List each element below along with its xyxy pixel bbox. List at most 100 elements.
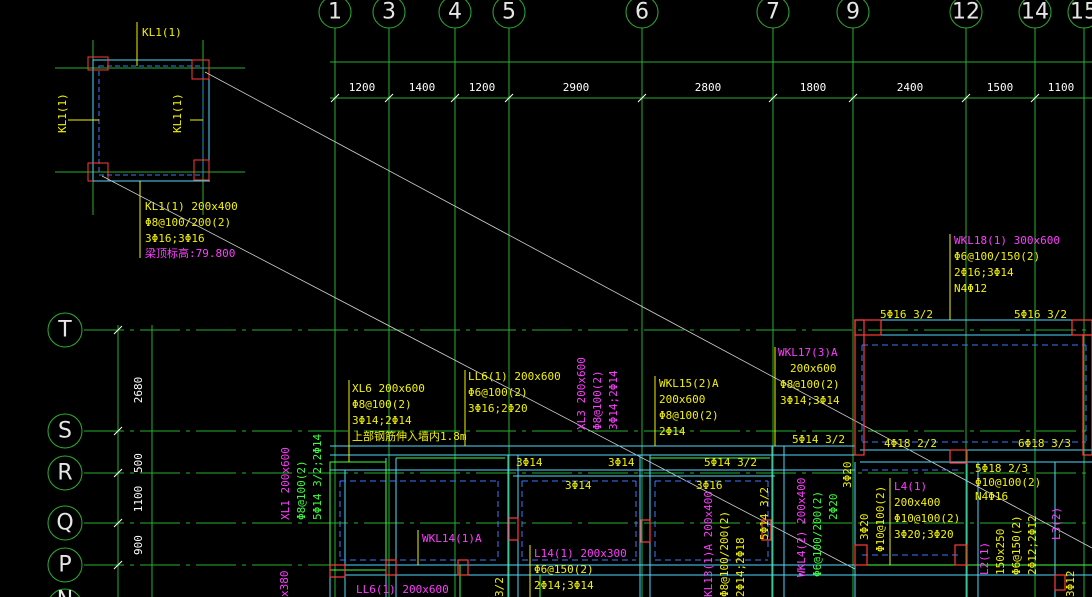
- col-side-stirrup: Φ10@100(2): [874, 486, 887, 552]
- rebar-note: 3Φ12: [1064, 571, 1077, 597]
- beam-l14-label: L14(1) 200x300: [534, 547, 627, 560]
- dimension-value: 1800: [800, 81, 827, 94]
- detail-spec-line: 3Φ16;3Φ16: [145, 232, 205, 245]
- beam-wkl14-label: WKL14(1)A: [422, 532, 482, 545]
- rebar-note: 5Φ16 3/2: [1014, 308, 1067, 321]
- axis-label: 15: [1070, 0, 1092, 25]
- beam-xl3-label: XL3 200x600: [575, 357, 588, 430]
- dimension-value: 2900: [563, 81, 590, 94]
- rebar-note: 4Φ18 2/2: [884, 437, 937, 450]
- axis-bubble-col: 12: [949, 0, 983, 29]
- beam-xl6-note: 上部钢筋伸入墙内1.8m: [352, 429, 467, 443]
- beam-l4-size: 200x400: [894, 496, 940, 509]
- beam-l4-label: L4(1): [894, 480, 927, 493]
- rebar-note: Φ10@100(2): [975, 476, 1041, 489]
- beam-kl13-label: KL13(1)A 200x400: [702, 491, 715, 597]
- beam-label-right: KL1(1): [171, 93, 184, 133]
- axis-bubble-row: N: [49, 588, 81, 597]
- beam-l4-stirrup: Φ10@100(2): [894, 512, 960, 525]
- axis-label: Q: [56, 511, 73, 536]
- rebar-note: 3/2: [493, 577, 506, 597]
- beam-wkl15-stirrup: Φ8@100(2): [659, 409, 719, 422]
- col-side-rebar: 3Φ20: [858, 514, 871, 541]
- beam-label-top: KL1(1): [142, 26, 182, 39]
- beam-xl1-stirrup: Φ8@100(2): [295, 460, 308, 520]
- beam-xl3-rebar: 3Φ14;2Φ14: [607, 370, 620, 430]
- beam-detail-section: KL1(1) KL1(1) KL1(1) KL1(1) 200x400 Φ8@1…: [55, 22, 245, 260]
- beam-wkl15-label: WKL15(2)A: [659, 377, 719, 390]
- beam-l2-size: 150x250: [994, 529, 1007, 575]
- dimension-value: 1100: [132, 486, 145, 513]
- beam-l2-label: L2(1): [978, 542, 991, 575]
- axis-label: N: [57, 588, 73, 597]
- rebar-note: 5Φ14 3/2: [704, 456, 757, 469]
- dimension-value: 2680: [132, 377, 145, 404]
- rebar-note: 5Φ14 3/2: [758, 487, 771, 540]
- detail-spec-line: KL1(1) 200x400: [145, 200, 238, 213]
- axis-label: 9: [846, 0, 860, 25]
- left-dimension-text: 2680 500 1100 900: [132, 377, 145, 555]
- dimension-value: 2400: [897, 81, 924, 94]
- axis-label: 4: [448, 0, 462, 25]
- beam-wkl17-size: 200x600: [790, 362, 836, 375]
- rebar-note: 5Φ16 3/2: [880, 308, 933, 321]
- axis-bubble-col: 9: [836, 0, 870, 29]
- beam-wkl17-label: WKL17(3)A: [778, 346, 838, 359]
- rebar-note: 5Φ18 2/3: [975, 462, 1028, 475]
- top-dimension-text: 1200 1400 1200 2900 2800 1800 2400 1500 …: [349, 81, 1075, 94]
- dimension-value: 500: [132, 453, 145, 473]
- axis-bubble-col: 1: [318, 0, 352, 29]
- axis-bubble-row: P: [47, 547, 83, 583]
- beam-ll6-stirrup: Φ6@100(2): [468, 386, 528, 399]
- dimension-value: 1200: [349, 81, 376, 94]
- beam-xl6-label: XL6 200x600: [352, 382, 425, 395]
- axis-bubble-row: S: [47, 413, 83, 449]
- axis-label: 3: [382, 0, 396, 25]
- beam-partial-label: x380: [278, 571, 291, 597]
- axis-label: 12: [952, 0, 980, 25]
- axis-label: 6: [635, 0, 649, 25]
- beam-wkl15-size: 200x600: [659, 393, 705, 406]
- axis-bubble-col: 7: [756, 0, 790, 29]
- rebar-note: 3Φ16: [696, 479, 723, 492]
- rebar-note: 3Φ20: [841, 462, 854, 489]
- dimension-value: 900: [132, 535, 145, 555]
- axis-bubble-col: 4: [438, 0, 472, 29]
- axis-label: 5: [502, 0, 516, 25]
- axis-bubble-row: Q: [47, 505, 83, 541]
- cad-drawing-canvas[interactable]: 1 3 4 5 6 7 9 12 14 15 T S R Q P N 1200 …: [0, 0, 1092, 597]
- beam-ll6-label: LL6(1) 200x600: [468, 370, 561, 383]
- beam-ll6-rebar: 3Φ16;2Φ20: [468, 402, 528, 415]
- axis-bubble-col: 15: [1067, 0, 1092, 29]
- detail-spec-line: Φ8@100/200(2): [145, 216, 231, 229]
- beam-xl6-rebar: 3Φ14;2Φ14: [352, 414, 412, 427]
- axis-bubble-row: T: [47, 312, 83, 348]
- axis-label: P: [58, 553, 71, 578]
- rebar-note: 6Φ18 3/3: [1018, 437, 1071, 450]
- axis-label: S: [58, 419, 72, 444]
- beam-l14-rebar: 2Φ14;3Φ14: [534, 579, 594, 592]
- beam-wkl4-stirrup: Φ6@100/200(2): [811, 491, 824, 577]
- beam-wkl18-waist: N4Φ12: [954, 282, 987, 295]
- beam-l14-stirrup: Φ6@150(2): [534, 563, 594, 576]
- axis-bubble-col: 14: [1018, 0, 1052, 29]
- dimension-value: 2800: [695, 81, 722, 94]
- beam-wkl18-stirrup: Φ6@100/150(2): [954, 250, 1040, 263]
- beam-wkl18-label: WKL18(1) 300x600: [954, 234, 1060, 247]
- elevation-note: 梁顶标高:79.800: [145, 246, 235, 260]
- beam-xl1-label: XL1 200x600: [279, 447, 292, 520]
- axis-bubble-col: 3: [372, 0, 406, 29]
- beam-l3-label: L3(2): [1050, 507, 1063, 540]
- rebar-note: 3Φ14: [516, 456, 543, 469]
- beam-label-left: KL1(1): [56, 93, 69, 133]
- dimension-value: 1100: [1048, 81, 1075, 94]
- axis-bubble-col: 5: [492, 0, 526, 29]
- axis-label: 7: [766, 0, 780, 25]
- beam-wkl18-rebar: 2Φ16;3Φ14: [954, 266, 1014, 279]
- row-axis-bubbles: T S R Q P N: [47, 312, 83, 597]
- beam-kl13-stirrup: Φ8@100/200(2): [718, 511, 731, 597]
- dimension-value: 1200: [469, 81, 496, 94]
- axis-label: R: [57, 461, 72, 486]
- axis-label: 1: [328, 0, 342, 25]
- dimension-value: 1400: [409, 81, 436, 94]
